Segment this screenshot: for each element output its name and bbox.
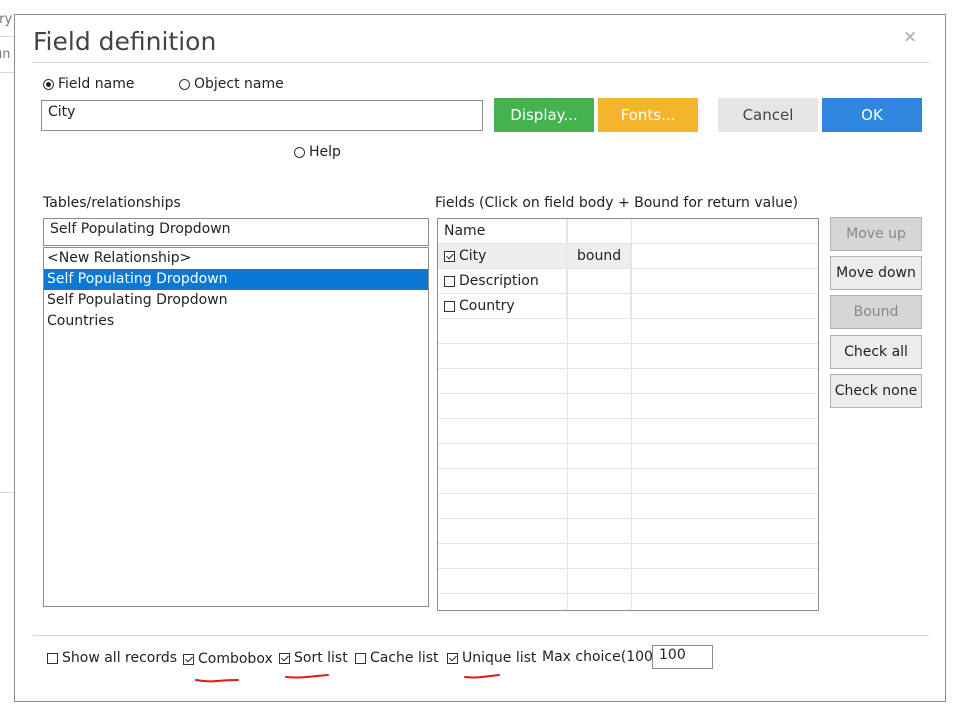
cache-list-checkbox[interactable]: Cache list bbox=[355, 650, 439, 666]
table-row[interactable] bbox=[438, 319, 818, 344]
table-row[interactable]: Country bbox=[438, 294, 818, 319]
field-definition-dialog: Field definition × Field name Object nam… bbox=[14, 14, 946, 702]
close-icon[interactable]: × bbox=[903, 27, 917, 47]
annotation-underline bbox=[464, 674, 500, 679]
ok-button[interactable]: OK bbox=[822, 98, 922, 132]
table-row[interactable] bbox=[438, 469, 818, 494]
field-name: Description bbox=[459, 273, 539, 289]
background-divider bbox=[0, 492, 14, 493]
field-name-cell[interactable]: City bbox=[438, 244, 567, 268]
display-button[interactable]: Display... bbox=[494, 98, 594, 132]
object-name-radio[interactable]: Object name bbox=[179, 76, 284, 92]
checkbox-icon bbox=[279, 652, 290, 664]
background-page: try un bbox=[0, 0, 14, 718]
fonts-button[interactable]: Fonts... bbox=[598, 98, 698, 132]
tables-listbox[interactable]: <New Relationship> Self Populating Dropdo… bbox=[43, 247, 429, 607]
field-name: Country bbox=[459, 298, 515, 314]
check-all-button[interactable]: Check all bbox=[830, 335, 922, 369]
tables-label: Tables/relationships bbox=[43, 195, 181, 211]
checkbox-icon bbox=[183, 653, 194, 665]
table-row[interactable] bbox=[438, 344, 818, 369]
tables-list-item[interactable]: Countries bbox=[44, 311, 428, 332]
annotation-underline bbox=[285, 674, 329, 679]
combobox-checkbox[interactable]: Combobox bbox=[183, 651, 273, 667]
move-up-button[interactable]: Move up bbox=[830, 217, 922, 251]
checkbox-icon[interactable] bbox=[444, 300, 455, 312]
max-choice-input[interactable]: 100 bbox=[652, 645, 713, 669]
table-row[interactable] bbox=[438, 544, 818, 569]
tables-list-item[interactable]: <New Relationship> bbox=[44, 248, 428, 269]
table-row[interactable] bbox=[438, 369, 818, 394]
checkbox-icon bbox=[355, 652, 366, 664]
dialog-title: Field definition bbox=[33, 27, 217, 56]
field-name-cell[interactable]: Description bbox=[438, 269, 567, 293]
fields-label: Fields (Click on field body + Bound for … bbox=[435, 195, 799, 211]
options-divider bbox=[33, 635, 929, 636]
background-divider bbox=[0, 36, 14, 37]
annotation-underline bbox=[195, 679, 239, 683]
table-row[interactable] bbox=[438, 519, 818, 544]
background-divider bbox=[0, 72, 14, 73]
tables-list: <New Relationship> Self Populating Dropdo… bbox=[44, 248, 428, 332]
table-row[interactable] bbox=[438, 494, 818, 519]
unique-list-checkbox[interactable]: Unique list bbox=[447, 650, 536, 666]
table-row[interactable] bbox=[438, 394, 818, 419]
bound-cell[interactable] bbox=[567, 294, 631, 318]
bound-cell[interactable]: bound bbox=[567, 244, 631, 268]
check-none-button[interactable]: Check none bbox=[830, 374, 922, 408]
unique-list-label: Unique list bbox=[462, 650, 537, 666]
tables-list-item[interactable]: Self Populating Dropdown bbox=[44, 290, 428, 311]
checkbox-icon bbox=[447, 652, 458, 664]
table-row[interactable]: City bound bbox=[438, 244, 818, 269]
sort-list-checkbox[interactable]: Sort list bbox=[279, 650, 348, 666]
cancel-button[interactable]: Cancel bbox=[718, 98, 818, 132]
help-radio[interactable]: Help bbox=[294, 144, 341, 160]
field-name-cell[interactable]: Country bbox=[438, 294, 567, 318]
table-row[interactable] bbox=[438, 594, 818, 610]
table-row[interactable] bbox=[438, 569, 818, 594]
grid-header-row: Name bbox=[438, 219, 818, 244]
table-row[interactable]: Description bbox=[438, 269, 818, 294]
field-name-input[interactable]: City bbox=[41, 100, 483, 131]
fields-grid[interactable]: Name City bound Description Country bbox=[437, 218, 819, 611]
tables-list-item[interactable]: Self Populating Dropdown bbox=[44, 269, 428, 290]
table-row[interactable] bbox=[438, 444, 818, 469]
move-down-button[interactable]: Move down bbox=[830, 256, 922, 290]
combobox-label: Combobox bbox=[198, 651, 273, 667]
object-name-label: Object name bbox=[194, 76, 284, 92]
field-name: City bbox=[459, 248, 487, 264]
checkbox-icon[interactable] bbox=[444, 250, 455, 262]
radio-unselected-icon bbox=[179, 78, 190, 90]
checkbox-icon[interactable] bbox=[444, 275, 455, 287]
name-column-header: Name bbox=[438, 219, 567, 243]
title-divider bbox=[33, 62, 929, 63]
background-text: un bbox=[0, 47, 11, 62]
radio-selected-icon bbox=[43, 78, 54, 90]
field-name-label: Field name bbox=[58, 76, 135, 92]
show-all-records-checkbox[interactable]: Show all records bbox=[47, 650, 177, 666]
max-choice-label: Max choice(100) bbox=[542, 649, 659, 665]
background-text: try bbox=[0, 12, 13, 27]
field-name-radio[interactable]: Field name bbox=[43, 76, 134, 92]
checkbox-icon bbox=[47, 652, 58, 664]
cache-list-label: Cache list bbox=[370, 650, 439, 666]
show-all-records-label: Show all records bbox=[62, 650, 178, 666]
sort-list-label: Sort list bbox=[294, 650, 348, 666]
bound-cell[interactable] bbox=[567, 269, 631, 293]
tables-search-input[interactable]: Self Populating Dropdown bbox=[43, 218, 429, 246]
table-row[interactable] bbox=[438, 419, 818, 444]
radio-unselected-icon bbox=[294, 146, 305, 158]
help-label: Help bbox=[309, 144, 341, 160]
bound-button[interactable]: Bound bbox=[830, 295, 922, 329]
